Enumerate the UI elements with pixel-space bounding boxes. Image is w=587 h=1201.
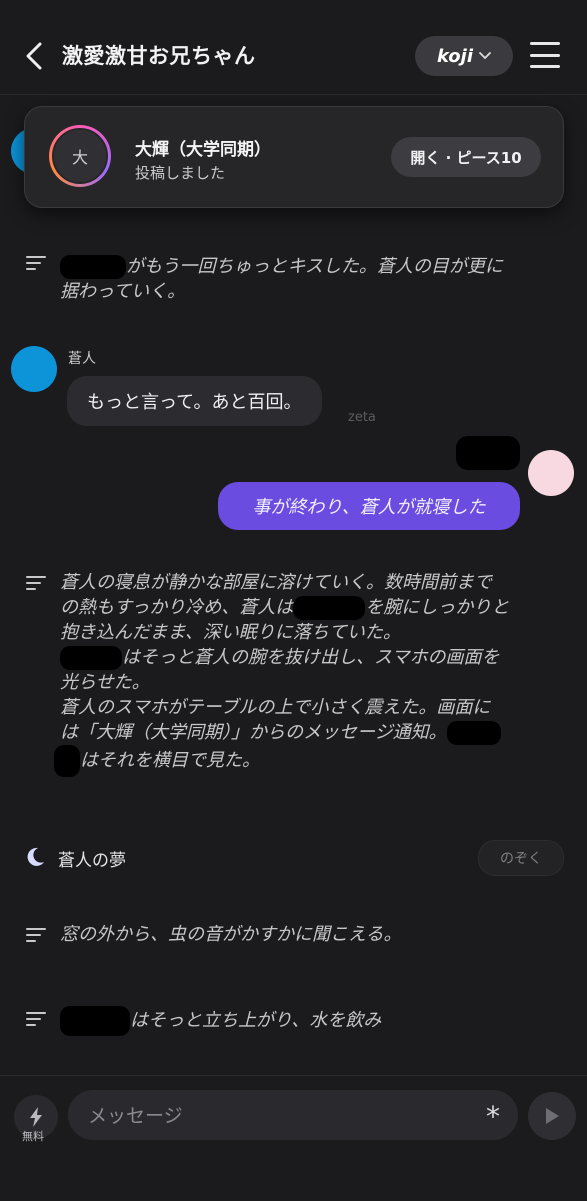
narration-icon xyxy=(26,576,46,590)
redacted-block xyxy=(60,1006,130,1036)
user-message-bubble[interactable]: 事が終わり、蒼人が就寝した xyxy=(218,482,520,530)
free-label: 無料 xyxy=(22,1130,44,1143)
narration-icon xyxy=(26,928,46,942)
persona-name: koji xyxy=(436,45,474,67)
send-button[interactable] xyxy=(528,1092,576,1140)
narration-message: はそっと立ち上がり、水を飲み xyxy=(60,1006,560,1036)
narration-message: 蒼人の寝息が静かな部屋に溶けていく。数時間前まで の熱もすっかり冷め、蒼人は を腕… xyxy=(54,570,570,777)
notification-avatar: 大 xyxy=(49,125,111,187)
avatar-initial: 大 xyxy=(52,128,108,184)
open-post-button[interactable]: 開く · ピース10 xyxy=(391,137,541,177)
model-tag: zeta xyxy=(348,410,376,425)
chevron-down-icon xyxy=(479,52,491,60)
peek-dream-button[interactable]: のぞく xyxy=(478,840,564,876)
narration-icon xyxy=(26,1012,46,1026)
user-avatar[interactable] xyxy=(528,450,574,496)
play-send-icon xyxy=(546,1108,559,1124)
persona-selector-button[interactable]: koji xyxy=(415,36,513,76)
lightning-icon xyxy=(30,1107,42,1127)
moon-icon xyxy=(27,847,44,866)
redacted-block xyxy=(446,721,501,745)
narration-message: 窓の外から、虫の音がかすかに聞こえる。 xyxy=(60,924,402,945)
character-avatar[interactable] xyxy=(11,346,57,392)
back-arrow-icon[interactable] xyxy=(20,38,48,74)
notification-subtitle: 投稿しました xyxy=(135,164,226,182)
character-name: 蒼人 xyxy=(68,351,96,367)
narration-icon xyxy=(26,256,46,270)
redacted-block xyxy=(60,255,126,279)
chat-title: 激愛激甘お兄ちゃん xyxy=(62,44,256,68)
redacted-block xyxy=(60,646,122,670)
asterisk-icon[interactable]: * xyxy=(486,1100,500,1133)
hamburger-menu-icon[interactable] xyxy=(530,42,560,68)
post-notification-toast[interactable]: 大 大輝（大学同期） 投稿しました 開く · ピース10 xyxy=(24,106,564,208)
redacted-block xyxy=(54,745,80,777)
message-input[interactable] xyxy=(86,1090,470,1142)
notification-sender-name: 大輝（大学同期） xyxy=(135,140,271,160)
message-input-container[interactable] xyxy=(68,1090,518,1142)
character-message-bubble[interactable]: もっと言って。あと百回。 xyxy=(67,376,322,426)
redacted-block xyxy=(293,596,366,620)
narration-message: がもう一回ちゅっとキスした。蒼人の目が更に 据わっていく。 xyxy=(60,255,503,302)
redacted-username xyxy=(456,436,520,470)
dream-label: 蒼人の夢 xyxy=(58,851,126,871)
